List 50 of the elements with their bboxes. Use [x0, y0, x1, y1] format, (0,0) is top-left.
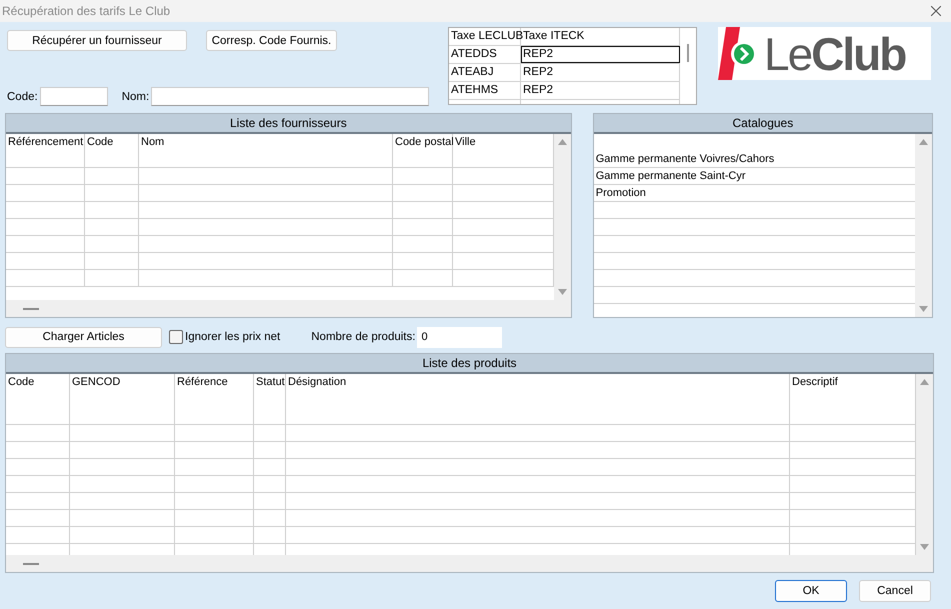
catalogue-item[interactable]: Gamme permanente Saint-Cyr	[594, 168, 748, 184]
checkbox[interactable]	[169, 330, 183, 344]
column-header[interactable]: Référence	[175, 374, 254, 408]
scroll-down-icon[interactable]	[920, 544, 929, 550]
scroll-down-icon[interactable]	[558, 289, 567, 295]
column-header[interactable]: Statut	[254, 374, 286, 408]
checkbox-label[interactable]: Ignorer les prix net	[185, 331, 280, 343]
column-header[interactable]: Code	[6, 374, 70, 408]
panel-title: Catalogues	[594, 114, 932, 134]
column-header[interactable]: Référencement	[6, 134, 85, 151]
column-header[interactable]: Descriptif	[790, 374, 916, 408]
input-field[interactable]	[151, 87, 430, 106]
table-cell[interactable]: ATEABJ	[449, 64, 521, 81]
column-header[interactable]: Code	[85, 134, 139, 151]
panel-title: Liste des produits	[6, 354, 933, 374]
scroll-up-icon[interactable]	[920, 379, 929, 385]
scroll-up-icon[interactable]	[919, 139, 928, 145]
field-label: Nom:	[122, 90, 150, 102]
column-header[interactable]: Code postal	[393, 134, 453, 151]
field-label: Nombre de produits:	[311, 331, 416, 343]
scroll-thumb[interactable]	[23, 308, 39, 310]
scroll-thumb[interactable]	[23, 562, 39, 564]
column-header: Taxe LECLUB	[449, 28, 521, 45]
scroll-down-icon[interactable]	[919, 306, 928, 312]
ok-button[interactable]: OK	[775, 580, 847, 602]
column-header: Taxe ITECK	[521, 28, 680, 45]
panel-title: Liste des fournisseurs	[6, 114, 571, 134]
supplier-code-button[interactable]: Corresp. Code Fournis.	[206, 30, 337, 51]
column-header[interactable]: GENCOD	[70, 374, 175, 408]
catalogue-item[interactable]: Promotion	[594, 185, 648, 201]
close-icon[interactable]	[931, 6, 941, 16]
field-label: Code:	[7, 90, 38, 102]
column-header[interactable]: Ville	[453, 134, 554, 151]
column-header[interactable]: Désignation	[286, 374, 790, 408]
cancel-button[interactable]: Cancel	[859, 580, 931, 602]
window-title: Récupération des tarifs Le Club	[2, 4, 170, 18]
table-cell[interactable]: ATEDDS	[449, 46, 521, 63]
scroll-thumb[interactable]	[687, 44, 689, 62]
logo: LeClub	[718, 27, 931, 80]
column-header[interactable]: Nom	[139, 134, 393, 151]
catalogue-item[interactable]: Gamme permanente Voivres/Cahors	[594, 151, 776, 167]
table-cell[interactable]: REP2	[521, 82, 680, 99]
table-cell[interactable]: REP2	[521, 64, 680, 81]
scroll-up-icon[interactable]	[558, 139, 567, 145]
input-field[interactable]: 0	[417, 326, 502, 348]
table-cell[interactable]: REP2	[521, 46, 680, 63]
input-field[interactable]	[40, 87, 108, 106]
load-articles-button[interactable]: Charger Articles	[5, 326, 162, 348]
table-cell[interactable]: ATEHMS	[449, 82, 521, 99]
fetch-supplier-button[interactable]: Récupérer un fournisseur	[7, 30, 187, 51]
